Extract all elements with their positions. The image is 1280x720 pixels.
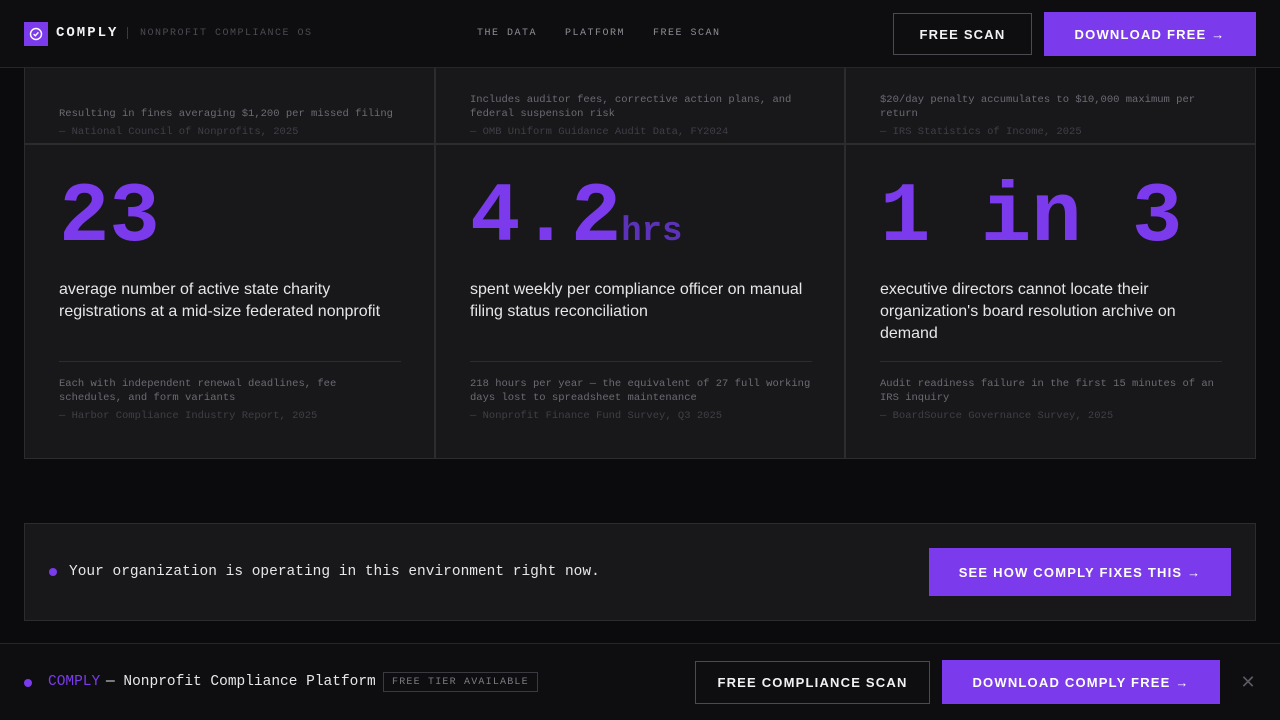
stat-card-note: Each with independent renewal deadlines,… xyxy=(59,377,404,423)
close-icon[interactable]: ✕ xyxy=(1238,672,1258,692)
bottom-brand: COMPLY xyxy=(48,674,101,690)
bottom-tagline: — Nonprofit Compliance Platform xyxy=(106,674,376,690)
stat-description: spent weekly per compliance officer on m… xyxy=(470,281,803,320)
stat-value: 23 xyxy=(59,177,160,261)
stat-card-source: — Nonprofit Finance Fund Survey, Q3 2025 xyxy=(470,410,723,422)
stat-value: 4.2hrs xyxy=(470,177,682,261)
nav-link-platform[interactable]: PLATFORM xyxy=(565,28,625,39)
check-circle-icon xyxy=(29,27,43,41)
stat-divider xyxy=(59,361,401,362)
free-compliance-scan-button[interactable]: FREE COMPLIANCE SCAN xyxy=(695,661,930,704)
stat-card-source: — Harbor Compliance Industry Report, 202… xyxy=(59,410,318,422)
stat-card-source: — National Council of Nonprofits, 2025 xyxy=(59,126,299,138)
nav-link-free-scan[interactable]: FREE SCAN xyxy=(653,28,721,39)
brand-tagline: NONPROFIT COMPLIANCE OS xyxy=(140,28,313,39)
nav-link-the-data[interactable]: THE DATA xyxy=(477,28,537,39)
stat-card-note-text: Includes auditor fees, corrective action… xyxy=(470,94,792,120)
cta-banner: Your organization is operating in this e… xyxy=(24,523,1256,621)
stat-card-note-text: Each with independent renewal deadlines,… xyxy=(59,378,337,404)
stat-card-board-archive: 1 in 3 executive directors cannot locate… xyxy=(846,145,1255,458)
logo-icon[interactable] xyxy=(24,22,48,46)
cta-banner-text: Your organization is operating in this e… xyxy=(69,564,600,580)
stat-card-registrations: 23 average number of active state charit… xyxy=(25,145,434,458)
stat-divider xyxy=(880,361,1222,362)
sticky-bottom-bar: COMPLY — Nonprofit Compliance Platform F… xyxy=(0,643,1280,720)
stat-card-note: $20/day penalty accumulates to $10,000 m… xyxy=(880,93,1225,139)
stat-card-note-text: Resulting in fines averaging $1,200 per … xyxy=(59,108,393,120)
stat-card-note-text: Audit readiness failure in the first 15 … xyxy=(880,378,1214,404)
download-free-button[interactable]: DOWNLOAD FREE → xyxy=(1044,12,1256,56)
stat-card-note-text: 218 hours per year — the equivalent of 2… xyxy=(470,378,811,404)
stat-description: executive directors cannot locate their … xyxy=(880,281,1176,342)
site-header: COMPLY NONPROFIT COMPLIANCE OS THE DATA … xyxy=(0,0,1280,68)
stat-divider xyxy=(470,361,812,362)
stat-unit: hrs xyxy=(621,213,683,251)
brand-divider xyxy=(127,27,128,39)
stat-card-source: — IRS Statistics of Income, 2025 xyxy=(880,126,1082,138)
stat-card-note: 218 hours per year — the equivalent of 2… xyxy=(470,377,815,423)
free-tier-badge: FREE TIER AVAILABLE xyxy=(383,672,538,692)
stat-number: 23 xyxy=(59,171,160,266)
download-comply-free-button[interactable]: DOWNLOAD COMPLY FREE → xyxy=(942,660,1220,704)
status-dot xyxy=(24,679,32,687)
stat-card-note: Audit readiness failure in the first 15 … xyxy=(880,377,1225,423)
stat-card-note-text: $20/day penalty accumulates to $10,000 m… xyxy=(880,94,1196,120)
status-dot xyxy=(49,568,57,576)
stat-description: average number of active state charity r… xyxy=(59,281,381,320)
free-scan-button[interactable]: FREE SCAN xyxy=(893,13,1032,55)
stat-card-note: Resulting in fines averaging $1,200 per … xyxy=(59,107,404,139)
stat-card-hours: 4.2hrs spent weekly per compliance offic… xyxy=(436,145,844,458)
stat-number: 1 in 3 xyxy=(880,171,1183,266)
stat-card-source: — OMB Uniform Guidance Audit Data, FY202… xyxy=(470,126,729,138)
stat-number: 4.2 xyxy=(470,171,622,266)
brand-name[interactable]: COMPLY xyxy=(56,25,118,41)
see-how-comply-fixes-button[interactable]: SEE HOW COMPLY FIXES THIS → xyxy=(929,548,1231,596)
stats-grid: Resulting in fines averaging $1,200 per … xyxy=(24,0,1256,459)
stat-card-note: Includes auditor fees, corrective action… xyxy=(470,93,815,139)
stat-value: 1 in 3 xyxy=(880,177,1182,261)
stat-card-source: — BoardSource Governance Survey, 2025 xyxy=(880,410,1114,422)
